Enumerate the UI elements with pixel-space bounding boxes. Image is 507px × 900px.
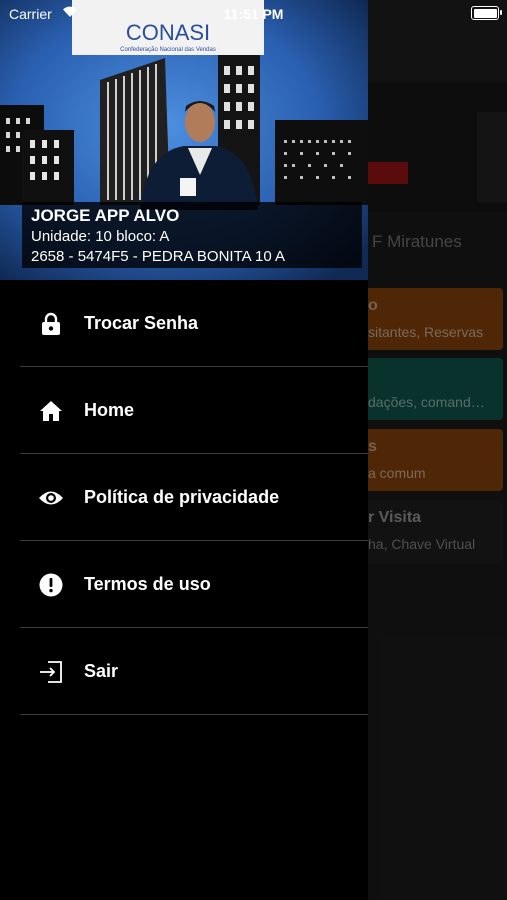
alert-circle-icon (38, 572, 64, 598)
sign-subtext: Confederação Nacional das Vendas (120, 47, 216, 53)
battery-fill (473, 8, 497, 18)
clock: 11:51 PM (223, 6, 284, 22)
profile-name: JORGE APP ALVO (31, 206, 180, 225)
eye-icon (38, 485, 64, 511)
navigation-drawer: CONASI Confederação Nacional das Vendas … (0, 0, 368, 900)
status-bar: Carrier 11:51 PM (0, 0, 507, 28)
profile-info: JORGE APP ALVO Unidade: 10 bloco: A 2658… (22, 202, 362, 268)
profile-unit: Unidade: 10 bloco: A (31, 228, 170, 245)
menu-item-termos-uso[interactable]: Termos de uso (0, 541, 368, 628)
menu-item-label: Sair (84, 661, 119, 681)
profile-header: CONASI Confederação Nacional das Vendas … (0, 0, 368, 280)
menu-item-trocar-senha[interactable]: Trocar Senha (0, 280, 368, 367)
menu-item-label: Home (84, 400, 135, 420)
drawer-scrim[interactable] (368, 0, 507, 900)
logout-icon (38, 659, 64, 685)
menu-item-label: Trocar Senha (84, 313, 199, 333)
menu-item-sair[interactable]: Sair (0, 628, 368, 715)
battery-icon (471, 6, 502, 20)
menu-item-home[interactable]: Home (0, 367, 368, 454)
menu-item-label: Termos de uso (84, 574, 211, 594)
profile-code: 2658 - 5474F5 - PEDRA BONITA 10 A (31, 248, 286, 265)
menu-item-label: Política de privacidade (84, 487, 280, 507)
home-icon (38, 398, 64, 424)
menu-item-politica-privacidade[interactable]: Política de privacidade (0, 454, 368, 541)
drawer-menu: Trocar Senha Home Política de privacidad… (0, 280, 368, 715)
lock-icon (38, 311, 64, 337)
